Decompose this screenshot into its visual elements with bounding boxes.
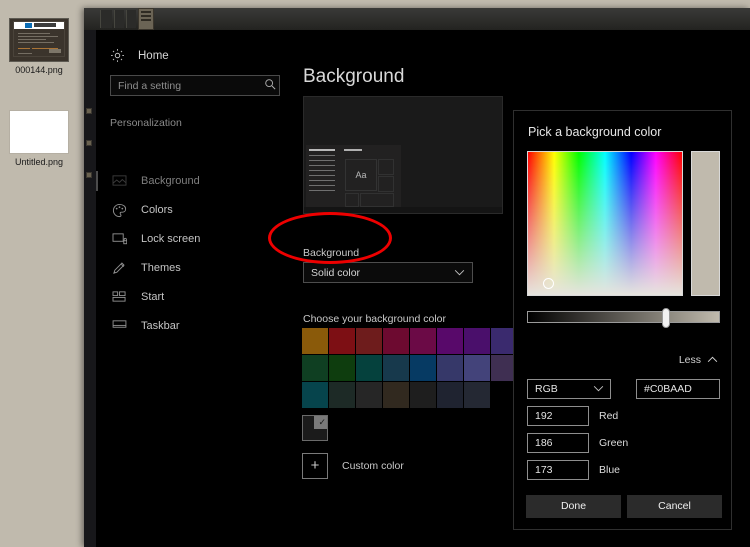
- page-title: Background: [303, 66, 404, 88]
- taskbar-icon: [112, 319, 127, 334]
- less-toggle-button[interactable]: Less: [679, 354, 718, 366]
- window-titlebar[interactable]: [84, 8, 750, 30]
- color-swatch-2[interactable]: [356, 328, 382, 354]
- sidebar-item-lock-screen[interactable]: Lock screen: [96, 225, 295, 253]
- cancel-button[interactable]: Cancel: [627, 495, 722, 518]
- color-swatch-1[interactable]: [329, 328, 355, 354]
- sidebar-item-colors[interactable]: Colors: [96, 196, 295, 224]
- sidebar-item-label: Taskbar: [141, 320, 180, 332]
- titlebar-tab-handle[interactable]: [138, 8, 154, 30]
- red-value-field[interactable]: 192: [527, 406, 589, 426]
- color-swatch-17[interactable]: [329, 382, 355, 408]
- color-swatch-16[interactable]: [302, 382, 328, 408]
- slider-thumb[interactable]: [662, 308, 670, 328]
- sidebar-item-start[interactable]: Start: [96, 283, 295, 311]
- background-preview: Aa: [303, 96, 503, 214]
- screenshot-thumbnail: [9, 18, 69, 62]
- settings-sidebar: Home Find a setting Personalization: [96, 30, 295, 547]
- color-swatch-6[interactable]: [464, 328, 490, 354]
- hex-value-field[interactable]: #C0BAAD: [636, 379, 720, 399]
- color-swatch-21[interactable]: [437, 382, 463, 408]
- color-swatch-grid[interactable]: [302, 328, 517, 408]
- color-swatch-18[interactable]: [356, 382, 382, 408]
- blue-value-field[interactable]: 173: [527, 460, 589, 480]
- blue-channel-label: Blue: [599, 464, 620, 476]
- search-icon[interactable]: [264, 78, 279, 93]
- preview-sample-text: Aa: [345, 159, 377, 191]
- color-swatch-22[interactable]: [464, 382, 490, 408]
- sidebar-item-label: Colors: [141, 204, 173, 216]
- blank-thumbnail: [9, 110, 69, 154]
- desktop-icon-label: Untitled.png: [2, 157, 76, 168]
- color-swatch-10[interactable]: [356, 355, 382, 381]
- plus-icon[interactable]: +: [302, 453, 328, 479]
- gradient-cursor[interactable]: [543, 278, 554, 289]
- color-swatch-19[interactable]: [383, 382, 409, 408]
- search-placeholder: Find a setting: [111, 80, 264, 92]
- background-type-value: Solid color: [304, 267, 360, 279]
- chevron-down-icon: [593, 380, 610, 398]
- red-channel-label: Red: [599, 410, 618, 422]
- color-preview-chip: [691, 151, 720, 296]
- color-picker-dialog: Pick a background color Less RGB #C0BAAD…: [513, 110, 732, 530]
- choose-color-label: Choose your background color: [303, 313, 446, 325]
- green-value-field[interactable]: 186: [527, 433, 589, 453]
- lockscreen-icon: [112, 232, 127, 247]
- chevron-up-icon: [707, 354, 718, 366]
- checkmark-icon: ✓: [318, 417, 326, 428]
- color-mode-value: RGB: [528, 380, 558, 398]
- sidebar-item-themes[interactable]: Themes: [96, 254, 295, 282]
- color-swatch-11[interactable]: [383, 355, 409, 381]
- sidebar-item-label: Themes: [141, 262, 181, 274]
- color-swatch-12[interactable]: [410, 355, 436, 381]
- image-icon: [112, 174, 127, 189]
- color-swatch-13[interactable]: [437, 355, 463, 381]
- background-field-label: Background: [303, 247, 359, 259]
- background-type-dropdown[interactable]: Solid color: [303, 262, 473, 283]
- sidebar-item-label: Background: [141, 175, 200, 187]
- sidebar-item-taskbar[interactable]: Taskbar: [96, 312, 295, 340]
- rail-marker-icon: [86, 172, 92, 178]
- gear-icon: [110, 48, 125, 63]
- start-tiles-icon: [112, 290, 127, 305]
- custom-color-label: Custom color: [342, 460, 404, 472]
- sidebar-home-label: Home: [138, 50, 169, 62]
- color-swatch-4[interactable]: [410, 328, 436, 354]
- color-mode-dropdown[interactable]: RGB: [527, 379, 611, 399]
- color-swatch-8[interactable]: [302, 355, 328, 381]
- palette-icon: [112, 203, 127, 218]
- sidebar-item-label: Start: [141, 291, 164, 303]
- green-channel-label: Green: [599, 437, 628, 449]
- rail-marker-icon: [86, 140, 92, 146]
- chevron-down-icon: [454, 267, 472, 279]
- color-swatch-0[interactable]: [302, 328, 328, 354]
- color-swatch-3[interactable]: [383, 328, 409, 354]
- color-swatch-9[interactable]: [329, 355, 355, 381]
- color-picker-title: Pick a background color: [528, 125, 661, 139]
- desktop-icon-screenshot[interactable]: 000144.png: [2, 18, 76, 76]
- color-swatch-20[interactable]: [410, 382, 436, 408]
- sidebar-item-background[interactable]: Background: [96, 167, 295, 195]
- brightness-slider[interactable]: [527, 311, 720, 323]
- desktop-icon-label: 000144.png: [2, 65, 76, 76]
- sidebar-section-label: Personalization: [110, 117, 182, 129]
- custom-color-row[interactable]: + Custom color: [302, 453, 404, 479]
- sidebar-item-home[interactable]: Home: [110, 48, 169, 63]
- sidebar-item-label: Lock screen: [141, 233, 200, 245]
- selected-color-swatch[interactable]: ✓: [302, 415, 328, 441]
- rail-marker-icon: [86, 108, 92, 114]
- color-swatch-5[interactable]: [437, 328, 463, 354]
- brush-icon: [112, 261, 127, 276]
- color-swatch-14[interactable]: [464, 355, 490, 381]
- search-input[interactable]: Find a setting: [110, 75, 280, 96]
- color-gradient-area[interactable]: [527, 151, 683, 296]
- done-button[interactable]: Done: [526, 495, 621, 518]
- window-left-rail: [84, 30, 96, 547]
- desktop-icon-untitled[interactable]: Untitled.png: [2, 110, 76, 168]
- less-toggle-label: Less: [679, 354, 701, 366]
